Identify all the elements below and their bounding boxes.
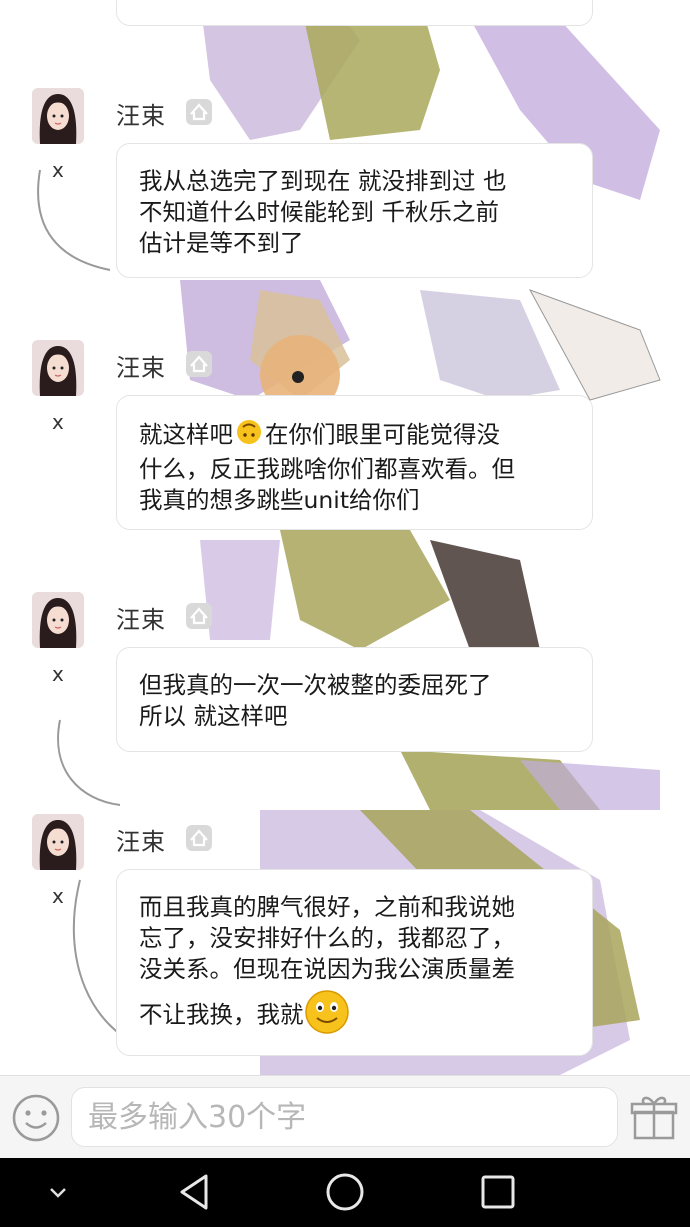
message-line: 就这样吧 在你们眼里可能觉得没 — [139, 418, 570, 454]
message-line: 而且我真的脾气很好，之前和我说她 — [139, 893, 515, 921]
home-circle-icon[interactable] — [325, 1172, 365, 1216]
message-bubble: 而且我真的脾气很好，之前和我说她 忘了，没安排好什么的，我都忍了， 没关系。但现… — [116, 869, 593, 1056]
system-nav-bar — [0, 1158, 690, 1227]
recents-square-icon[interactable] — [480, 1174, 516, 1214]
back-triangle-icon[interactable] — [174, 1172, 214, 1216]
message-bubble: 我从总选完了到现在 就没排到过 也 不知道什么时候能轮到 千秋乐之前 估计是等不… — [116, 143, 593, 278]
chevron-down-icon[interactable] — [46, 1180, 70, 1208]
smile-emoji-icon — [304, 989, 350, 1043]
user-level-mark: x — [52, 410, 64, 434]
message-line: 不让我换，我就 — [139, 989, 570, 1043]
message-text: 就这样吧 — [139, 420, 233, 449]
gift-icon[interactable] — [630, 1092, 678, 1142]
avatar[interactable] — [32, 592, 84, 648]
sender-name[interactable]: 汪束 — [116, 600, 166, 635]
member-badge-icon — [186, 603, 212, 629]
message-line: 估计是等不到了 — [139, 229, 304, 257]
member-badge-icon — [186, 351, 212, 377]
avatar[interactable] — [32, 88, 84, 144]
message-line: 没关系。但现在说因为我公演质量差 — [139, 955, 515, 983]
message-text: 不让我换，我就 — [139, 1000, 304, 1029]
user-level-mark: x — [52, 158, 64, 182]
user-level-mark: x — [52, 662, 64, 686]
message-line: 我从总选完了到现在 就没排到过 也 — [139, 167, 507, 195]
message-line: 所以 就这样吧 — [139, 702, 288, 730]
member-badge-icon — [186, 99, 212, 125]
chat-input-bar — [0, 1075, 690, 1158]
message-text: 在你们眼里可能觉得没 — [265, 420, 500, 449]
message-line: 什么，反正我跳啥你们都喜欢看。但 — [139, 455, 515, 483]
avatar[interactable] — [32, 340, 84, 396]
user-level-mark: x — [52, 884, 64, 908]
message-input[interactable] — [71, 1087, 618, 1147]
sender-name[interactable]: 汪束 — [116, 348, 166, 383]
smiley-icon[interactable] — [11, 1093, 61, 1143]
message-line: 我真的想多跳些unit给你们 — [139, 486, 420, 514]
upside-down-face-icon — [233, 418, 265, 454]
message-bubble: 但我真的一次一次被整的委屈死了 所以 就这样吧 — [116, 647, 593, 752]
member-badge-icon — [186, 825, 212, 851]
avatar[interactable] — [32, 814, 84, 870]
message-line: 但我真的一次一次被整的委屈死了 — [139, 671, 492, 699]
message-line: 忘了，没安排好什么的，我都忍了， — [139, 924, 515, 952]
message-line: 不知道什么时候能轮到 千秋乐之前 — [139, 198, 499, 226]
message-bubble-partial — [116, 0, 593, 26]
message-bubble: 就这样吧 在你们眼里可能觉得没 什么，反正我跳啥你们都喜欢看。但 我真的想多跳些u… — [116, 395, 593, 530]
sender-name[interactable]: 汪束 — [116, 96, 166, 131]
sender-name[interactable]: 汪束 — [116, 822, 166, 857]
